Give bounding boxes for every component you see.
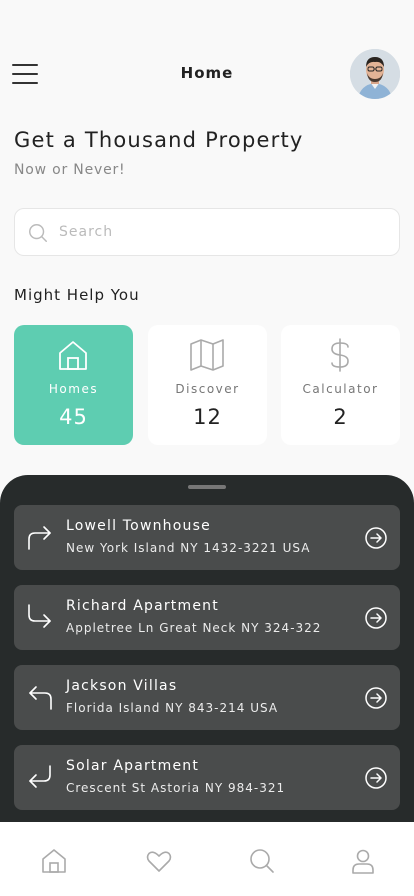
map-icon <box>190 339 224 371</box>
sheet-drag-handle[interactable] <box>188 485 226 489</box>
property-name: Lowell Townhouse <box>66 518 211 534</box>
turn-left-up-icon <box>29 686 52 710</box>
bottom-tab-bar <box>0 822 414 896</box>
dollar-icon <box>331 338 349 372</box>
turn-right-up-icon <box>28 526 51 550</box>
property-item-lowell-townhouse[interactable]: Lowell Townhouse New York Island NY 1432… <box>14 505 400 570</box>
property-name: Richard Apartment <box>66 598 219 614</box>
property-address: Crescent St Astoria NY 984-321 <box>66 781 286 795</box>
card-label: Discover <box>175 382 240 396</box>
card-count: 12 <box>193 405 222 429</box>
search-icon <box>29 224 47 242</box>
return-left-icon <box>29 765 51 788</box>
property-address: New York Island NY 1432-3221 USA <box>66 541 311 555</box>
hero-title: Get a Thousand Property <box>14 128 304 152</box>
avatar-portrait <box>350 49 400 99</box>
calculator-card[interactable]: Calculator 2 <box>281 325 400 445</box>
section-title: Might Help You <box>14 286 140 304</box>
card-label: Homes <box>48 382 99 396</box>
arrow-right-circle-icon[interactable] <box>364 606 388 630</box>
discover-card[interactable]: Discover 12 <box>148 325 267 445</box>
property-item-jackson-villas[interactable]: Jackson Villas Florida Island NY 843-214… <box>14 665 400 730</box>
hero-subtitle: Now or Never! <box>14 162 126 178</box>
property-name: Jackson Villas <box>66 678 178 694</box>
card-count: 2 <box>333 405 348 429</box>
property-address: Appletree Ln Great Neck NY 324-322 <box>66 621 322 635</box>
homes-card[interactable]: Homes 45 <box>14 325 133 445</box>
property-name: Solar Apartment <box>66 758 200 774</box>
profile-tab-icon[interactable] <box>348 846 378 876</box>
search-input[interactable] <box>59 209 389 255</box>
heart-tab-icon[interactable] <box>144 846 174 876</box>
help-cards: Homes 45 Discover 12 Calculator 2 <box>14 325 400 445</box>
arrow-right-circle-icon[interactable] <box>364 526 388 550</box>
property-address: Florida Island NY 843-214 USA <box>66 701 279 715</box>
arrow-right-circle-icon[interactable] <box>364 686 388 710</box>
card-label: Calculator <box>302 382 379 396</box>
property-item-solar-apartment[interactable]: Solar Apartment Crescent St Astoria NY 9… <box>14 745 400 810</box>
search-tab-icon[interactable] <box>247 846 277 876</box>
arrow-right-circle-icon[interactable] <box>364 766 388 790</box>
property-item-richard-apartment[interactable]: Richard Apartment Appletree Ln Great Nec… <box>14 585 400 650</box>
card-count: 45 <box>59 405 88 429</box>
search-box <box>14 208 400 256</box>
menu-bar <box>12 82 38 84</box>
turn-down-right-icon <box>28 604 51 628</box>
property-sheet: Lowell Townhouse New York Island NY 1432… <box>0 475 414 835</box>
user-avatar[interactable] <box>350 49 400 99</box>
home-tab-icon[interactable] <box>39 846 69 876</box>
app-header: Home <box>0 44 414 104</box>
house-icon <box>59 341 87 370</box>
